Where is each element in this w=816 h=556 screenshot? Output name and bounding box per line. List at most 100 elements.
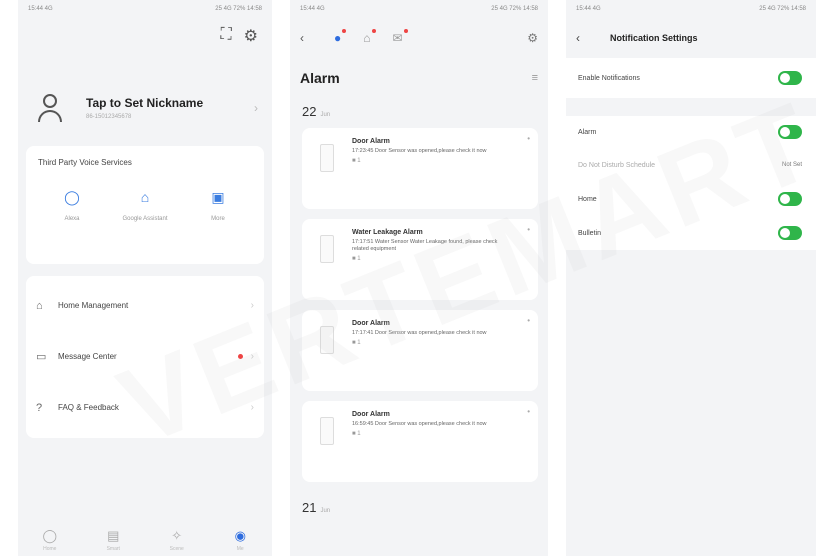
date-header: 21 Jun (290, 492, 548, 524)
menu-item-faq-feedback[interactable]: ? FAQ & Feedback › (26, 382, 264, 433)
alarm-title: Door Alarm (352, 138, 390, 145)
alarm-meta: ■ 1 (352, 256, 361, 262)
me-icon: ◉ (234, 528, 246, 543)
top-nav: ‹ ● ⌂ ✉ ⚙ (290, 18, 548, 58)
menu-item-label: Home Management (58, 301, 129, 310)
voice-item-google-assistant[interactable]: ⌂ Google Assistant (117, 189, 173, 223)
alarm-card[interactable]: Door Alarm 17:23:45 Door Sensor was open… (302, 128, 538, 209)
voice-item-label: More (211, 216, 225, 222)
date-day: 22 (302, 104, 317, 119)
page-title: Alarm (300, 70, 340, 86)
sensor-icon (320, 326, 334, 354)
alarm-screen: 15:44 4G 25 4G 72% 14:58 ‹ ● ⌂ ✉ ⚙ Alarm… (290, 0, 548, 556)
gear-icon[interactable]: ⚙ (527, 31, 538, 45)
status-bar: 15:44 4G 25 4G 72% 14:58 (566, 0, 816, 18)
setting-enable-notifications: Enable Notifications (566, 58, 816, 98)
chevron-right-icon: › (250, 402, 254, 413)
home-toggle[interactable] (778, 192, 802, 206)
sensor-icon (320, 144, 334, 172)
top-icons: ⛶ ⚙ (18, 18, 272, 54)
more-icon[interactable]: • (527, 407, 530, 416)
alarm-card[interactable]: Door Alarm 16:59:45 Door Sensor was open… (302, 401, 538, 482)
setting-label: Bulletin (578, 229, 601, 237)
smart-icon: ▤ (107, 528, 120, 543)
setting-bulletin: Bulletin (566, 216, 816, 250)
setting-label: Alarm (578, 128, 597, 136)
top-nav: ‹ Notification Settings (566, 18, 816, 58)
scan-icon[interactable]: ⛶ (220, 26, 231, 54)
chevron-right-icon: › (250, 351, 254, 362)
more-icon[interactable]: • (527, 316, 530, 325)
alarm-card[interactable]: Water Leakage Alarm 17:17:51 Water Senso… (302, 219, 538, 300)
filter-icon[interactable]: ≡ (532, 72, 538, 84)
tab-me[interactable]: ◉ Me (220, 528, 260, 552)
alarm-desc: 17:17:41 Door Sensor was opened,please c… (352, 330, 487, 336)
dnd-value: Not Set (781, 162, 802, 168)
alarm-title: Door Alarm (352, 411, 390, 418)
alarm-desc: 16:59:45 Door Sensor was opened,please c… (352, 421, 487, 427)
alarm-tab-icon[interactable]: ● (334, 29, 347, 45)
setting-alarm: Alarm (566, 116, 816, 148)
menu-item-home-management[interactable]: ⌂ Home Management › (26, 280, 264, 331)
menu-card: ⌂ Home Management › ▭ Message Center › ?… (26, 276, 264, 438)
status-right: 25 4G 72% 14:58 (491, 6, 538, 12)
alarm-card[interactable]: Door Alarm 17:17:41 Door Sensor was open… (302, 310, 538, 391)
google-assistant-icon: ⌂ (140, 189, 150, 205)
voice-item-more[interactable]: ▣ More (190, 189, 246, 223)
alarm-desc: 17:17:51 Water Sensor Water Leakage foun… (352, 239, 498, 252)
tab-smart[interactable]: ▤ Smart (93, 528, 133, 552)
me-screen: 15:44 4G 25 4G 72% 14:58 ⛶ ⚙ Tap to Set … (18, 0, 272, 556)
alarm-title: Water Leakage Alarm (352, 229, 423, 236)
voice-services-card: Third Party Voice Services ◯ Alexa ⌂ Goo… (26, 146, 264, 264)
voice-item-alexa[interactable]: ◯ Alexa (44, 189, 100, 223)
back-icon[interactable]: ‹ (576, 31, 580, 45)
scene-icon: ✧ (171, 528, 183, 543)
alarm-meta: ■ 1 (352, 431, 361, 437)
status-bar: 15:44 4G 25 4G 72% 14:58 (18, 0, 272, 18)
tab-bar: ◯ Home ▤ Smart ✧ Scene ◉ Me (18, 522, 272, 556)
alexa-icon: ◯ (64, 189, 80, 205)
home-icon: ⌂ (36, 299, 43, 312)
alarm-toggle[interactable] (778, 125, 802, 139)
alarm-desc: 17:23:45 Door Sensor was opened,please c… (352, 148, 487, 154)
bulletin-tab-icon[interactable]: ✉ (393, 29, 408, 45)
profile-row[interactable]: Tap to Set Nickname 86-15012345678 › (18, 54, 272, 140)
menu-item-message-center[interactable]: ▭ Message Center › (26, 331, 264, 382)
home-tab-icon[interactable]: ⌂ (363, 29, 376, 45)
more-icon[interactable]: • (527, 134, 530, 143)
tab-home[interactable]: ◯ Home (30, 528, 70, 552)
status-left: 15:44 4G (300, 6, 325, 12)
tab-label: Me (236, 546, 244, 552)
avatar[interactable] (36, 94, 64, 122)
status-right: 25 4G 72% 14:58 (759, 6, 806, 12)
enable-notifications-toggle[interactable] (778, 71, 802, 85)
setting-home: Home (566, 182, 816, 216)
more-icon[interactable]: • (527, 225, 530, 234)
setting-label: Home (578, 195, 597, 203)
tab-label: Home (43, 546, 57, 552)
tab-label: Smart (106, 546, 120, 552)
menu-item-label: Message Center (58, 352, 117, 361)
tab-scene[interactable]: ✧ Scene (157, 528, 197, 552)
home-icon: ◯ (42, 528, 58, 543)
status-left: 15:44 4G (576, 6, 601, 12)
setting-do-not-disturb[interactable]: Do Not Disturb Schedule Not Set (566, 148, 816, 182)
date-day: 21 (302, 500, 317, 515)
date-month: Jun (320, 112, 331, 118)
setting-label: Enable Notifications (578, 74, 640, 82)
voice-services-title: Third Party Voice Services (38, 158, 132, 167)
help-icon: ? (36, 401, 43, 414)
alarm-meta: ■ 1 (352, 340, 361, 346)
voice-item-label: Alexa (64, 216, 80, 222)
bulletin-toggle[interactable] (778, 226, 802, 240)
menu-item-label: FAQ & Feedback (58, 403, 119, 412)
status-bar: 15:44 4G 25 4G 72% 14:58 (290, 0, 548, 18)
notification-settings-screen: 15:44 4G 25 4G 72% 14:58 ‹ Notification … (566, 0, 816, 556)
alarm-title: Door Alarm (352, 320, 390, 327)
back-icon[interactable]: ‹ (300, 31, 304, 45)
gear-icon[interactable]: ⚙ (244, 26, 258, 54)
nickname-label: Tap to Set Nickname (86, 96, 204, 110)
voice-item-label: Google Assistant (122, 216, 168, 222)
message-icon: ▭ (36, 351, 47, 363)
account-label: 86-15012345678 (86, 114, 132, 120)
